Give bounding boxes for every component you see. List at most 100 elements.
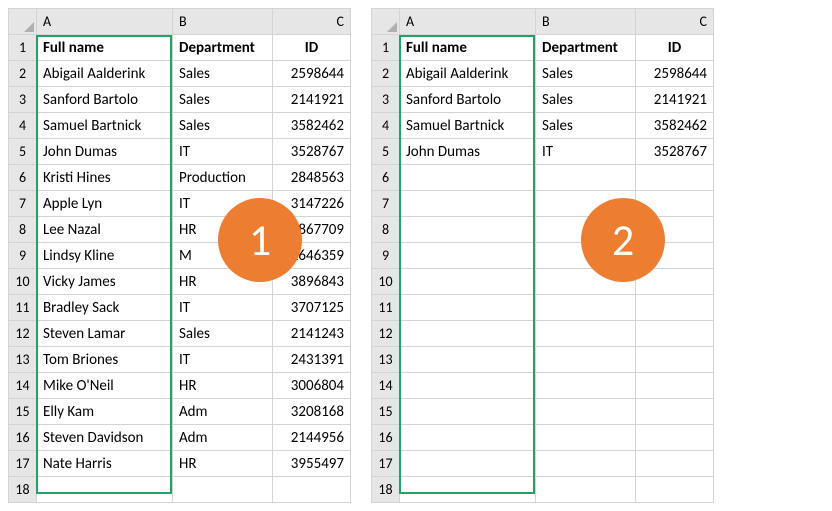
row-header[interactable]: 4 <box>372 113 400 139</box>
cell[interactable] <box>400 295 536 321</box>
cell[interactable]: 2141243 <box>273 321 351 347</box>
cell[interactable]: Full name <box>400 35 536 61</box>
cell[interactable]: HR <box>173 451 273 477</box>
cell[interactable]: Elly Kam <box>37 399 173 425</box>
row-header[interactable]: 9 <box>9 243 37 269</box>
row-header[interactable]: 6 <box>372 165 400 191</box>
cell[interactable] <box>37 477 173 503</box>
cell[interactable]: Tom Briones <box>37 347 173 373</box>
cell[interactable]: IT <box>536 139 636 165</box>
cell[interactable]: Adm <box>173 399 273 425</box>
cell[interactable]: 3006804 <box>273 373 351 399</box>
cell[interactable]: Apple Lyn <box>37 191 173 217</box>
col-header-A[interactable]: A <box>37 9 173 35</box>
cell[interactable]: 2848563 <box>273 165 351 191</box>
row-header[interactable]: 10 <box>9 269 37 295</box>
col-header-C[interactable]: C <box>273 9 351 35</box>
row-header[interactable]: 12 <box>372 321 400 347</box>
cell[interactable] <box>400 217 536 243</box>
cell[interactable]: Production <box>173 165 273 191</box>
row-header[interactable]: 10 <box>372 269 400 295</box>
cell[interactable]: John Dumas <box>37 139 173 165</box>
cell[interactable]: IT <box>173 139 273 165</box>
select-all-corner[interactable] <box>9 9 37 35</box>
cell[interactable] <box>636 165 714 191</box>
cell[interactable] <box>636 399 714 425</box>
cell[interactable] <box>536 373 636 399</box>
row-header[interactable]: 2 <box>9 61 37 87</box>
cell[interactable]: Bradley Sack <box>37 295 173 321</box>
cell[interactable]: Sales <box>173 87 273 113</box>
col-header-A[interactable]: A <box>400 9 536 35</box>
cell[interactable] <box>636 295 714 321</box>
row-header[interactable]: 6 <box>9 165 37 191</box>
cell[interactable]: IT <box>173 295 273 321</box>
cell[interactable]: 2144956 <box>273 425 351 451</box>
cell[interactable] <box>536 451 636 477</box>
cell[interactable]: 2598644 <box>273 61 351 87</box>
row-header[interactable]: 4 <box>9 113 37 139</box>
row-header[interactable]: 3 <box>9 87 37 113</box>
cell[interactable]: Mike O'Neil <box>37 373 173 399</box>
row-header[interactable]: 18 <box>372 477 400 503</box>
cell[interactable]: 2141921 <box>273 87 351 113</box>
cell[interactable] <box>536 347 636 373</box>
cell[interactable]: Sales <box>173 113 273 139</box>
row-header[interactable]: 13 <box>9 347 37 373</box>
col-header-B[interactable]: B <box>173 9 273 35</box>
cell[interactable]: Department <box>536 35 636 61</box>
cell[interactable] <box>536 399 636 425</box>
cell[interactable]: Abigail Aalderink <box>37 61 173 87</box>
cell[interactable]: Sanford Bartolo <box>37 87 173 113</box>
cell[interactable] <box>636 425 714 451</box>
cell[interactable]: Sales <box>173 321 273 347</box>
row-header[interactable]: 13 <box>372 347 400 373</box>
col-header-C[interactable]: C <box>636 9 714 35</box>
cell[interactable]: Abigail Aalderink <box>400 61 536 87</box>
cell[interactable] <box>400 269 536 295</box>
cell[interactable]: Sales <box>536 87 636 113</box>
cell[interactable]: Samuel Bartnick <box>37 113 173 139</box>
cell[interactable]: Lindsy Kline <box>37 243 173 269</box>
row-header[interactable]: 14 <box>372 373 400 399</box>
cell[interactable]: Sales <box>536 113 636 139</box>
cell[interactable]: Lee Nazal <box>37 217 173 243</box>
cell[interactable]: Department <box>173 35 273 61</box>
row-header[interactable]: 15 <box>372 399 400 425</box>
row-header[interactable]: 2 <box>372 61 400 87</box>
row-header[interactable]: 11 <box>372 295 400 321</box>
cell[interactable]: 3582462 <box>636 113 714 139</box>
row-header[interactable]: 1 <box>372 35 400 61</box>
select-all-corner[interactable] <box>372 9 400 35</box>
row-header[interactable]: 17 <box>372 451 400 477</box>
cell[interactable] <box>400 451 536 477</box>
row-header[interactable]: 14 <box>9 373 37 399</box>
cell[interactable] <box>400 347 536 373</box>
cell[interactable]: 2431391 <box>273 347 351 373</box>
cell[interactable] <box>400 243 536 269</box>
row-header[interactable]: 5 <box>9 139 37 165</box>
cell[interactable] <box>400 373 536 399</box>
cell[interactable] <box>636 477 714 503</box>
cell[interactable]: 3528767 <box>636 139 714 165</box>
cell[interactable] <box>173 477 273 503</box>
cell[interactable]: 3707125 <box>273 295 351 321</box>
cell[interactable] <box>636 451 714 477</box>
cell[interactable]: 3528767 <box>273 139 351 165</box>
cell[interactable]: Full name <box>37 35 173 61</box>
row-header[interactable]: 1 <box>9 35 37 61</box>
row-header[interactable]: 3 <box>372 87 400 113</box>
cell[interactable]: Sales <box>536 61 636 87</box>
col-header-B[interactable]: B <box>536 9 636 35</box>
cell[interactable] <box>536 165 636 191</box>
row-header[interactable]: 18 <box>9 477 37 503</box>
cell[interactable] <box>400 425 536 451</box>
row-header[interactable]: 16 <box>9 425 37 451</box>
cell[interactable]: ID <box>273 35 351 61</box>
cell[interactable]: Steven Lamar <box>37 321 173 347</box>
cell[interactable] <box>636 347 714 373</box>
cell[interactable] <box>400 399 536 425</box>
row-header[interactable]: 7 <box>9 191 37 217</box>
cell[interactable]: Vicky James <box>37 269 173 295</box>
cell[interactable]: IT <box>173 347 273 373</box>
